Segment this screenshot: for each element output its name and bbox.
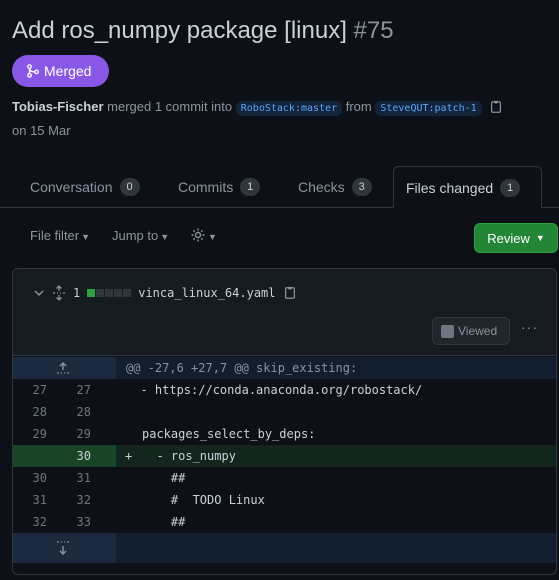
old-line-number[interactable]: 31 — [13, 489, 47, 511]
hunk-header: @@ -27,6 +27,7 @@ skip_existing: — [126, 361, 358, 375]
file-change-count: 1 — [73, 286, 81, 300]
new-line-number[interactable]: 33 — [57, 511, 91, 533]
diffstat-block-neutral — [105, 289, 114, 297]
file-filter-dropdown[interactable]: File filter ▼ — [30, 228, 90, 243]
merged-status-badge: Merged — [12, 55, 109, 87]
copy-icon[interactable] — [283, 286, 297, 300]
new-line-number[interactable]: 32 — [57, 489, 91, 511]
diffstat-block-neutral — [96, 289, 105, 297]
hunk-header-row: @@ -27,6 +27,7 @@ skip_existing: — [13, 357, 556, 379]
checkbox-icon — [441, 324, 454, 338]
tab-label: Conversation — [30, 179, 113, 195]
diff-row: 32 33 ## — [13, 511, 556, 533]
diff-code: - ros_numpy — [142, 449, 236, 463]
pr-title: Add ros_numpy package [linux] — [12, 17, 347, 44]
diff-code: # TODO Linux — [142, 493, 265, 507]
review-button[interactable]: Review ▼ — [474, 223, 558, 253]
merge-action-text: merged 1 commit into — [107, 99, 233, 114]
merged-label: Merged — [44, 63, 92, 79]
diffstat-block-added — [87, 289, 96, 297]
diffstat-block-neutral — [114, 289, 123, 297]
diff-code: packages_select_by_deps: — [142, 427, 316, 441]
new-line-number[interactable]: 29 — [57, 423, 91, 445]
old-line-number[interactable]: 32 — [13, 511, 47, 533]
viewed-checkbox[interactable]: Viewed — [432, 317, 510, 345]
hunk-footer-row — [13, 533, 556, 563]
diff-row: 30 31 ## — [13, 467, 556, 489]
merge-icon — [27, 64, 39, 78]
tab-count: 3 — [351, 178, 372, 196]
file-diff-card: 1 vinca_linux_64.yaml Viewed ··· @@ -27,… — [12, 268, 557, 575]
merge-date: on 15 Mar — [12, 123, 71, 138]
review-label: Review — [487, 230, 530, 246]
author-link[interactable]: Tobias-Fischer — [12, 99, 104, 114]
expand-down-icon[interactable] — [55, 539, 71, 557]
pr-title-row: Add ros_numpy package [linux] #75 — [12, 16, 557, 46]
diff-table: @@ -27,6 +27,7 @@ skip_existing: 27 27 -… — [13, 357, 556, 563]
file-filter-label: File filter — [30, 228, 80, 243]
file-name[interactable]: vinca_linux_64.yaml — [138, 286, 275, 300]
diff-code: - https://conda.anaconda.org/robostack/ — [126, 383, 423, 397]
caret-down-icon: ▼ — [535, 233, 545, 243]
pr-number: #75 — [353, 17, 394, 44]
diff-code: ## — [142, 515, 186, 529]
jump-to-dropdown[interactable]: Jump to ▼ — [112, 228, 169, 243]
tab-label: Files changed — [406, 179, 494, 196]
gear-icon — [191, 228, 205, 242]
diff-row-added: 30 + - ros_numpy — [13, 445, 556, 467]
diffstat-block-neutral — [123, 289, 132, 297]
file-header: 1 vinca_linux_64.yaml Viewed ··· — [13, 269, 556, 356]
tab-label: Commits — [178, 179, 234, 195]
new-line-number[interactable]: 28 — [57, 401, 91, 423]
caret-down-icon: ▼ — [160, 232, 170, 242]
tab-count: 1 — [500, 178, 521, 197]
diff-row: 28 28 — [13, 401, 556, 423]
old-line-number[interactable]: 29 — [13, 423, 47, 445]
tab-conversation[interactable]: Conversation 0 — [18, 166, 152, 208]
head-branch[interactable]: SteveQUT:patch-1 — [375, 101, 482, 116]
new-line-number[interactable]: 27 — [57, 379, 91, 401]
caret-down-icon: ▼ — [81, 232, 91, 242]
tab-files-changed[interactable]: Files changed 1 — [393, 166, 542, 209]
old-line-number[interactable]: 30 — [13, 467, 47, 489]
expand-all-icon[interactable] — [52, 285, 66, 301]
tab-label: Checks — [298, 179, 345, 195]
from-text: from — [345, 99, 372, 114]
diff-row: 29 29 packages_select_by_deps: — [13, 423, 556, 445]
tab-checks[interactable]: Checks 3 — [286, 166, 384, 208]
diff-code: ## — [142, 471, 186, 485]
kebab-menu-icon[interactable]: ··· — [521, 319, 538, 335]
settings-dropdown[interactable]: ▼ — [190, 227, 217, 243]
old-line-number[interactable]: 28 — [13, 401, 47, 423]
diff-row: 31 32 # TODO Linux — [13, 489, 556, 511]
viewed-label: Viewed — [458, 324, 498, 338]
old-line-number[interactable]: 27 — [13, 379, 47, 401]
pr-tabs: Conversation 0 Commits 1 Checks 3 Files … — [0, 166, 559, 209]
base-branch[interactable]: RoboStack:master — [235, 101, 343, 116]
new-line-number[interactable]: 31 — [57, 467, 91, 489]
tab-count: 1 — [240, 178, 261, 196]
diff-row: 27 27 - https://conda.anaconda.org/robos… — [13, 379, 556, 401]
copy-icon[interactable] — [489, 100, 503, 114]
tab-commits[interactable]: Commits 1 — [166, 166, 272, 208]
diffstat — [87, 289, 132, 297]
expand-up-icon[interactable] — [55, 360, 71, 376]
jump-to-label: Jump to — [112, 228, 159, 243]
caret-down-icon: ▼ — [208, 232, 217, 242]
pr-meta: Tobias-Fischer merged 1 commit into Robo… — [12, 96, 557, 142]
tab-count: 0 — [119, 178, 140, 196]
chevron-down-icon[interactable] — [33, 287, 45, 299]
addition-sign: + — [125, 449, 133, 463]
new-line-number[interactable]: 30 — [57, 445, 91, 467]
